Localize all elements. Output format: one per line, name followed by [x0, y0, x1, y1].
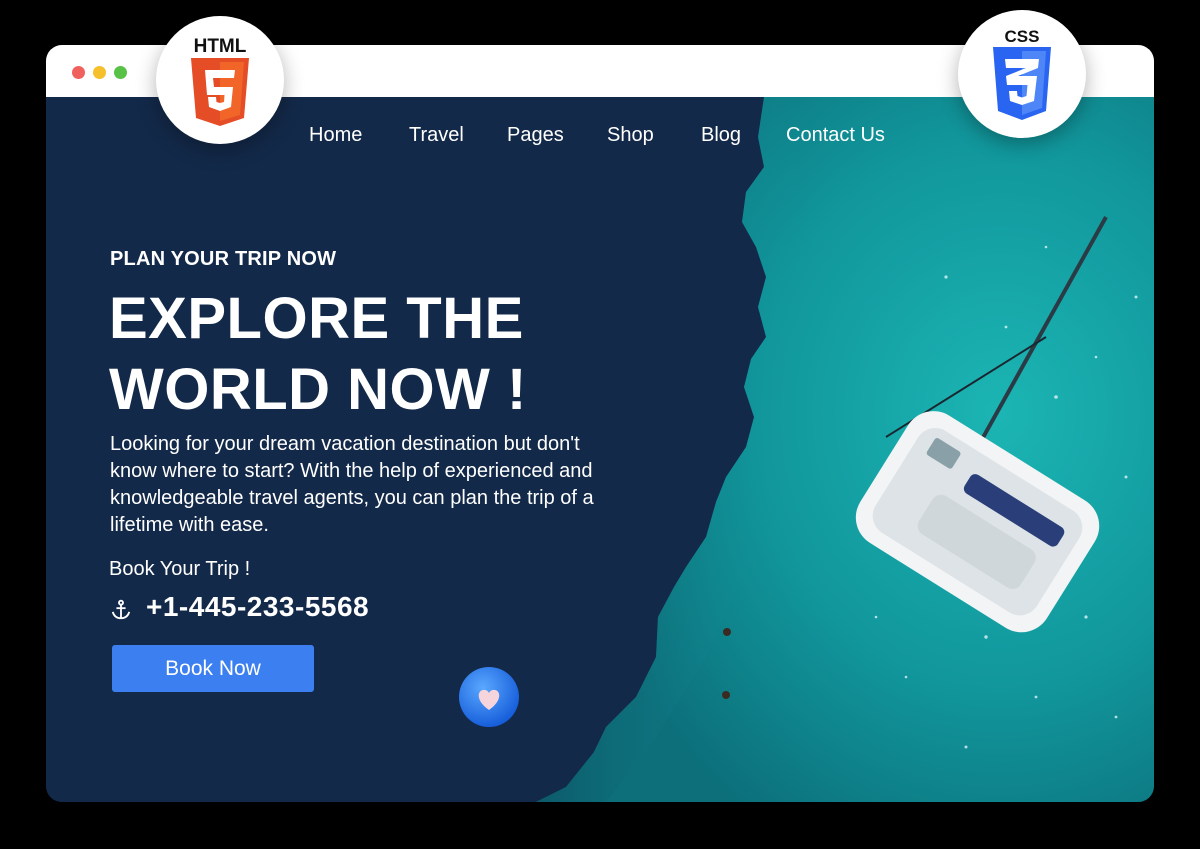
phone-number[interactable]: +1-445-233-5568 — [146, 591, 369, 623]
html-badge-label: HTML — [193, 36, 247, 57]
book-now-button[interactable]: Book Now — [112, 645, 314, 692]
css3-shield-icon — [993, 47, 1051, 120]
nav-item-pages[interactable]: Pages — [507, 124, 564, 147]
heart-icon[interactable] — [458, 666, 520, 728]
nav-item-travel[interactable]: Travel — [409, 124, 464, 147]
hero-eyebrow: PLAN YOUR TRIP NOW — [110, 248, 337, 270]
minimize-window-button[interactable] — [93, 66, 106, 79]
browser-window: Home Travel Pages Shop Blog Contact Us P… — [46, 45, 1154, 802]
book-trip-label: Book Your Trip ! — [109, 558, 251, 580]
nav-item-blog[interactable]: Blog — [701, 124, 741, 147]
hero-section: Home Travel Pages Shop Blog Contact Us P… — [46, 97, 1154, 802]
hero-headline-line-1: EXPLORE THE — [109, 286, 524, 351]
hero-headline: EXPLORE THE WORLD NOW ! — [109, 283, 669, 425]
css-badge-label: CSS — [1004, 27, 1040, 46]
anchor-icon — [111, 599, 131, 620]
nav-item-contact-us[interactable]: Contact Us — [786, 124, 885, 147]
hero-description: Looking for your dream vacation destinat… — [110, 433, 594, 536]
nav-item-home[interactable]: Home — [309, 124, 362, 147]
nav-item-shop[interactable]: Shop — [607, 124, 654, 147]
hero-headline-line-2: WORLD NOW ! — [109, 357, 527, 422]
css-badge: CSS — [958, 10, 1086, 138]
html5-shield-icon — [191, 58, 249, 126]
html-badge: HTML — [156, 16, 284, 144]
close-window-button[interactable] — [72, 66, 85, 79]
maximize-window-button[interactable] — [114, 66, 127, 79]
